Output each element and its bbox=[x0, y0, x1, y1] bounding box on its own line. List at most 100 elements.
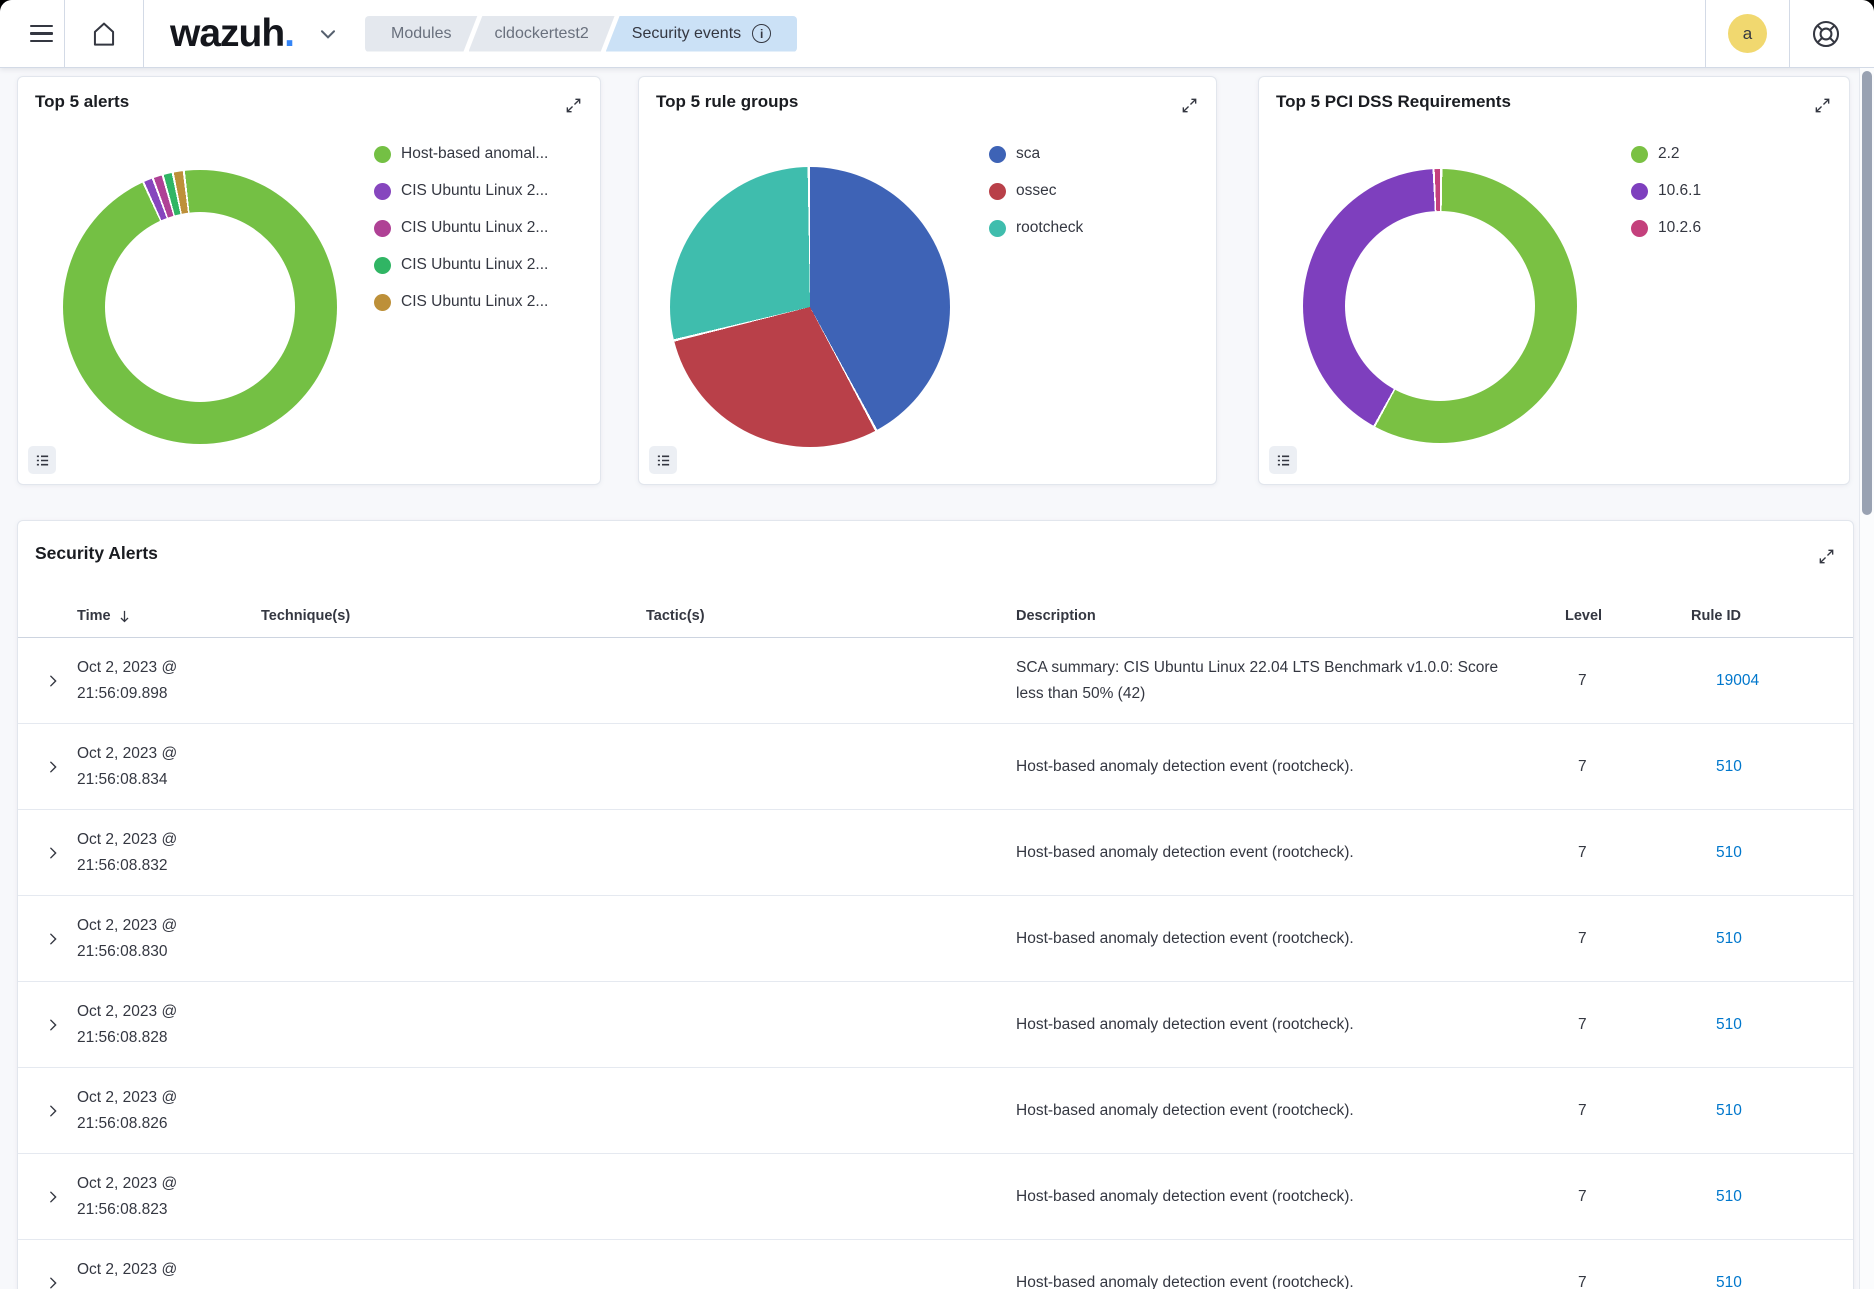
panel-title: Top 5 rule groups bbox=[656, 92, 799, 111]
expand-icon[interactable] bbox=[1813, 543, 1839, 569]
rule-id-link[interactable]: 510 bbox=[1716, 1102, 1742, 1119]
legend-color-dot bbox=[374, 145, 391, 163]
legend-list-button[interactable] bbox=[28, 446, 56, 474]
cell-level: 7 bbox=[1578, 1101, 1587, 1119]
legend-item[interactable]: sca bbox=[989, 145, 1189, 163]
pie-chart[interactable] bbox=[63, 170, 337, 444]
legend-list-button[interactable] bbox=[1269, 446, 1297, 474]
rule-id-link[interactable]: 510 bbox=[1716, 844, 1742, 861]
col-time[interactable]: Time bbox=[77, 608, 261, 624]
col-rule-id[interactable]: Rule ID bbox=[1691, 608, 1853, 624]
donut-hole bbox=[1345, 211, 1535, 401]
legend-item[interactable]: 10.6.1 bbox=[1631, 182, 1821, 200]
legend-label: CIS Ubuntu Linux 2... bbox=[401, 219, 549, 236]
pie-chart[interactable] bbox=[1303, 169, 1577, 443]
chart-legend: sca ossec rootcheck bbox=[989, 145, 1189, 256]
table-row: Oct 2, 2023 @21:56:08.832 Host-based ano… bbox=[18, 810, 1853, 896]
wazuh-dashboard-page: wazuh. Modules cldockertest2 Security even… bbox=[0, 0, 1874, 1289]
legend-item[interactable]: Host-based anomal... bbox=[374, 145, 592, 163]
table-row: Oct 2, 2023 @21:56:08.823 Host-based ano… bbox=[18, 1154, 1853, 1240]
row-expand-chevron-icon[interactable] bbox=[41, 1185, 65, 1209]
table-row: Oct 2, 2023 @21:56:09.898 SCA summary: C… bbox=[18, 638, 1853, 724]
top-nav-bar: wazuh. Modules cldockertest2 Security even… bbox=[0, 0, 1874, 68]
legend-label: 2.2 bbox=[1658, 145, 1680, 162]
menu-hamburger-icon[interactable] bbox=[18, 11, 64, 57]
wazuh-logo-text: wazuh bbox=[170, 11, 285, 55]
top-nav-right: a bbox=[1705, 0, 1874, 68]
row-expand-chevron-icon[interactable] bbox=[41, 1013, 65, 1037]
breadcrumb-security-events[interactable]: Security events i bbox=[605, 15, 798, 52]
row-expand-chevron-icon[interactable] bbox=[41, 669, 65, 693]
vertical-scrollbar[interactable] bbox=[1859, 68, 1874, 1289]
chart-panel: Top 5 alerts Host-based anomal... CIS Ubu… bbox=[17, 76, 601, 485]
breadcrumb-cldockertest2[interactable]: cldockertest2 bbox=[469, 16, 615, 52]
avatar[interactable]: a bbox=[1728, 14, 1767, 53]
table-row: Oct 2, 2023 @21:56:08.821 Host-based ano… bbox=[18, 1240, 1853, 1289]
cell-time: Oct 2, 2023 @21:56:08.821 bbox=[77, 1260, 178, 1289]
legend-color-dot bbox=[989, 145, 1006, 163]
row-expand-chevron-icon[interactable] bbox=[41, 927, 65, 951]
chevron-down-icon[interactable] bbox=[311, 17, 345, 51]
wazuh-logo[interactable]: wazuh. bbox=[170, 12, 295, 56]
legend-item[interactable]: CIS Ubuntu Linux 2... bbox=[374, 293, 592, 311]
legend-label: 10.2.6 bbox=[1658, 219, 1702, 236]
rule-id-link[interactable]: 510 bbox=[1716, 758, 1742, 775]
row-expand-chevron-icon[interactable] bbox=[41, 841, 65, 865]
expand-icon[interactable] bbox=[1809, 92, 1835, 118]
legend-item[interactable]: CIS Ubuntu Linux 2... bbox=[374, 219, 592, 237]
legend-item[interactable]: 10.2.6 bbox=[1631, 219, 1821, 237]
col-description[interactable]: Description bbox=[1016, 608, 1565, 624]
cell-time: Oct 2, 2023 @21:56:08.826 bbox=[77, 1088, 178, 1132]
legend-label: CIS Ubuntu Linux 2... bbox=[401, 293, 549, 310]
info-icon[interactable]: i bbox=[752, 24, 772, 43]
legend-color-dot bbox=[374, 256, 391, 274]
divider bbox=[1705, 0, 1706, 68]
scrollbar-thumb[interactable] bbox=[1862, 71, 1872, 515]
chart-panel: Top 5 rule groups sca ossec rootcheck bbox=[638, 76, 1217, 485]
row-expand-chevron-icon[interactable] bbox=[41, 755, 65, 779]
home-icon[interactable] bbox=[77, 7, 131, 61]
pie-chart[interactable] bbox=[670, 167, 950, 447]
rule-id-link[interactable]: 510 bbox=[1716, 1188, 1742, 1205]
legend-label: CIS Ubuntu Linux 2... bbox=[401, 256, 549, 273]
legend-color-dot bbox=[374, 182, 391, 200]
rule-id-link[interactable]: 19004 bbox=[1716, 672, 1759, 689]
cell-description: Host-based anomaly detection event (root… bbox=[1016, 1187, 1354, 1205]
legend-item[interactable]: ossec bbox=[989, 182, 1189, 200]
legend-item[interactable]: rootcheck bbox=[989, 219, 1189, 237]
rule-id-link[interactable]: 510 bbox=[1716, 930, 1742, 947]
expand-icon[interactable] bbox=[560, 92, 586, 118]
table-body: Oct 2, 2023 @21:56:09.898 SCA summary: C… bbox=[18, 638, 1853, 1289]
alerts-header: Security Alerts bbox=[18, 521, 1853, 569]
row-expand-chevron-icon[interactable] bbox=[41, 1099, 65, 1123]
rule-id-link[interactable]: 510 bbox=[1716, 1274, 1742, 1289]
cell-description: Host-based anomaly detection event (root… bbox=[1016, 1273, 1354, 1289]
panel-header: Top 5 rule groups bbox=[639, 77, 1216, 118]
legend-item[interactable]: 2.2 bbox=[1631, 145, 1821, 163]
breadcrumb-modules[interactable]: Modules bbox=[365, 16, 477, 52]
cell-description: SCA summary: CIS Ubuntu Linux 22.04 LTS … bbox=[1016, 658, 1499, 702]
cell-level: 7 bbox=[1578, 671, 1587, 689]
legend-color-dot bbox=[374, 219, 391, 237]
legend-label: sca bbox=[1016, 145, 1041, 162]
help-lifering-icon[interactable] bbox=[1806, 14, 1846, 54]
legend-color-dot bbox=[1631, 145, 1648, 163]
expand-icon[interactable] bbox=[1176, 92, 1202, 118]
rule-id-link[interactable]: 510 bbox=[1716, 1016, 1742, 1033]
panel-header: Top 5 PCI DSS Requirements bbox=[1259, 77, 1849, 118]
chart-legend: 2.2 10.6.1 10.2.6 bbox=[1631, 145, 1821, 256]
table-row: Oct 2, 2023 @21:56:08.834 Host-based ano… bbox=[18, 724, 1853, 810]
col-level[interactable]: Level bbox=[1565, 608, 1691, 624]
table-row: Oct 2, 2023 @21:56:08.826 Host-based ano… bbox=[18, 1068, 1853, 1154]
cell-level: 7 bbox=[1578, 1273, 1587, 1289]
legend-list-button[interactable] bbox=[649, 446, 677, 474]
wazuh-logo-dot: . bbox=[284, 11, 296, 55]
legend-item[interactable]: CIS Ubuntu Linux 2... bbox=[374, 256, 592, 274]
divider bbox=[1789, 0, 1790, 68]
col-tactics[interactable]: Tactic(s) bbox=[646, 608, 1016, 624]
cell-level: 7 bbox=[1578, 843, 1587, 861]
col-techniques[interactable]: Technique(s) bbox=[261, 608, 646, 624]
legend-color-dot bbox=[989, 182, 1006, 200]
legend-item[interactable]: CIS Ubuntu Linux 2... bbox=[374, 182, 592, 200]
row-expand-chevron-icon[interactable] bbox=[41, 1271, 65, 1289]
